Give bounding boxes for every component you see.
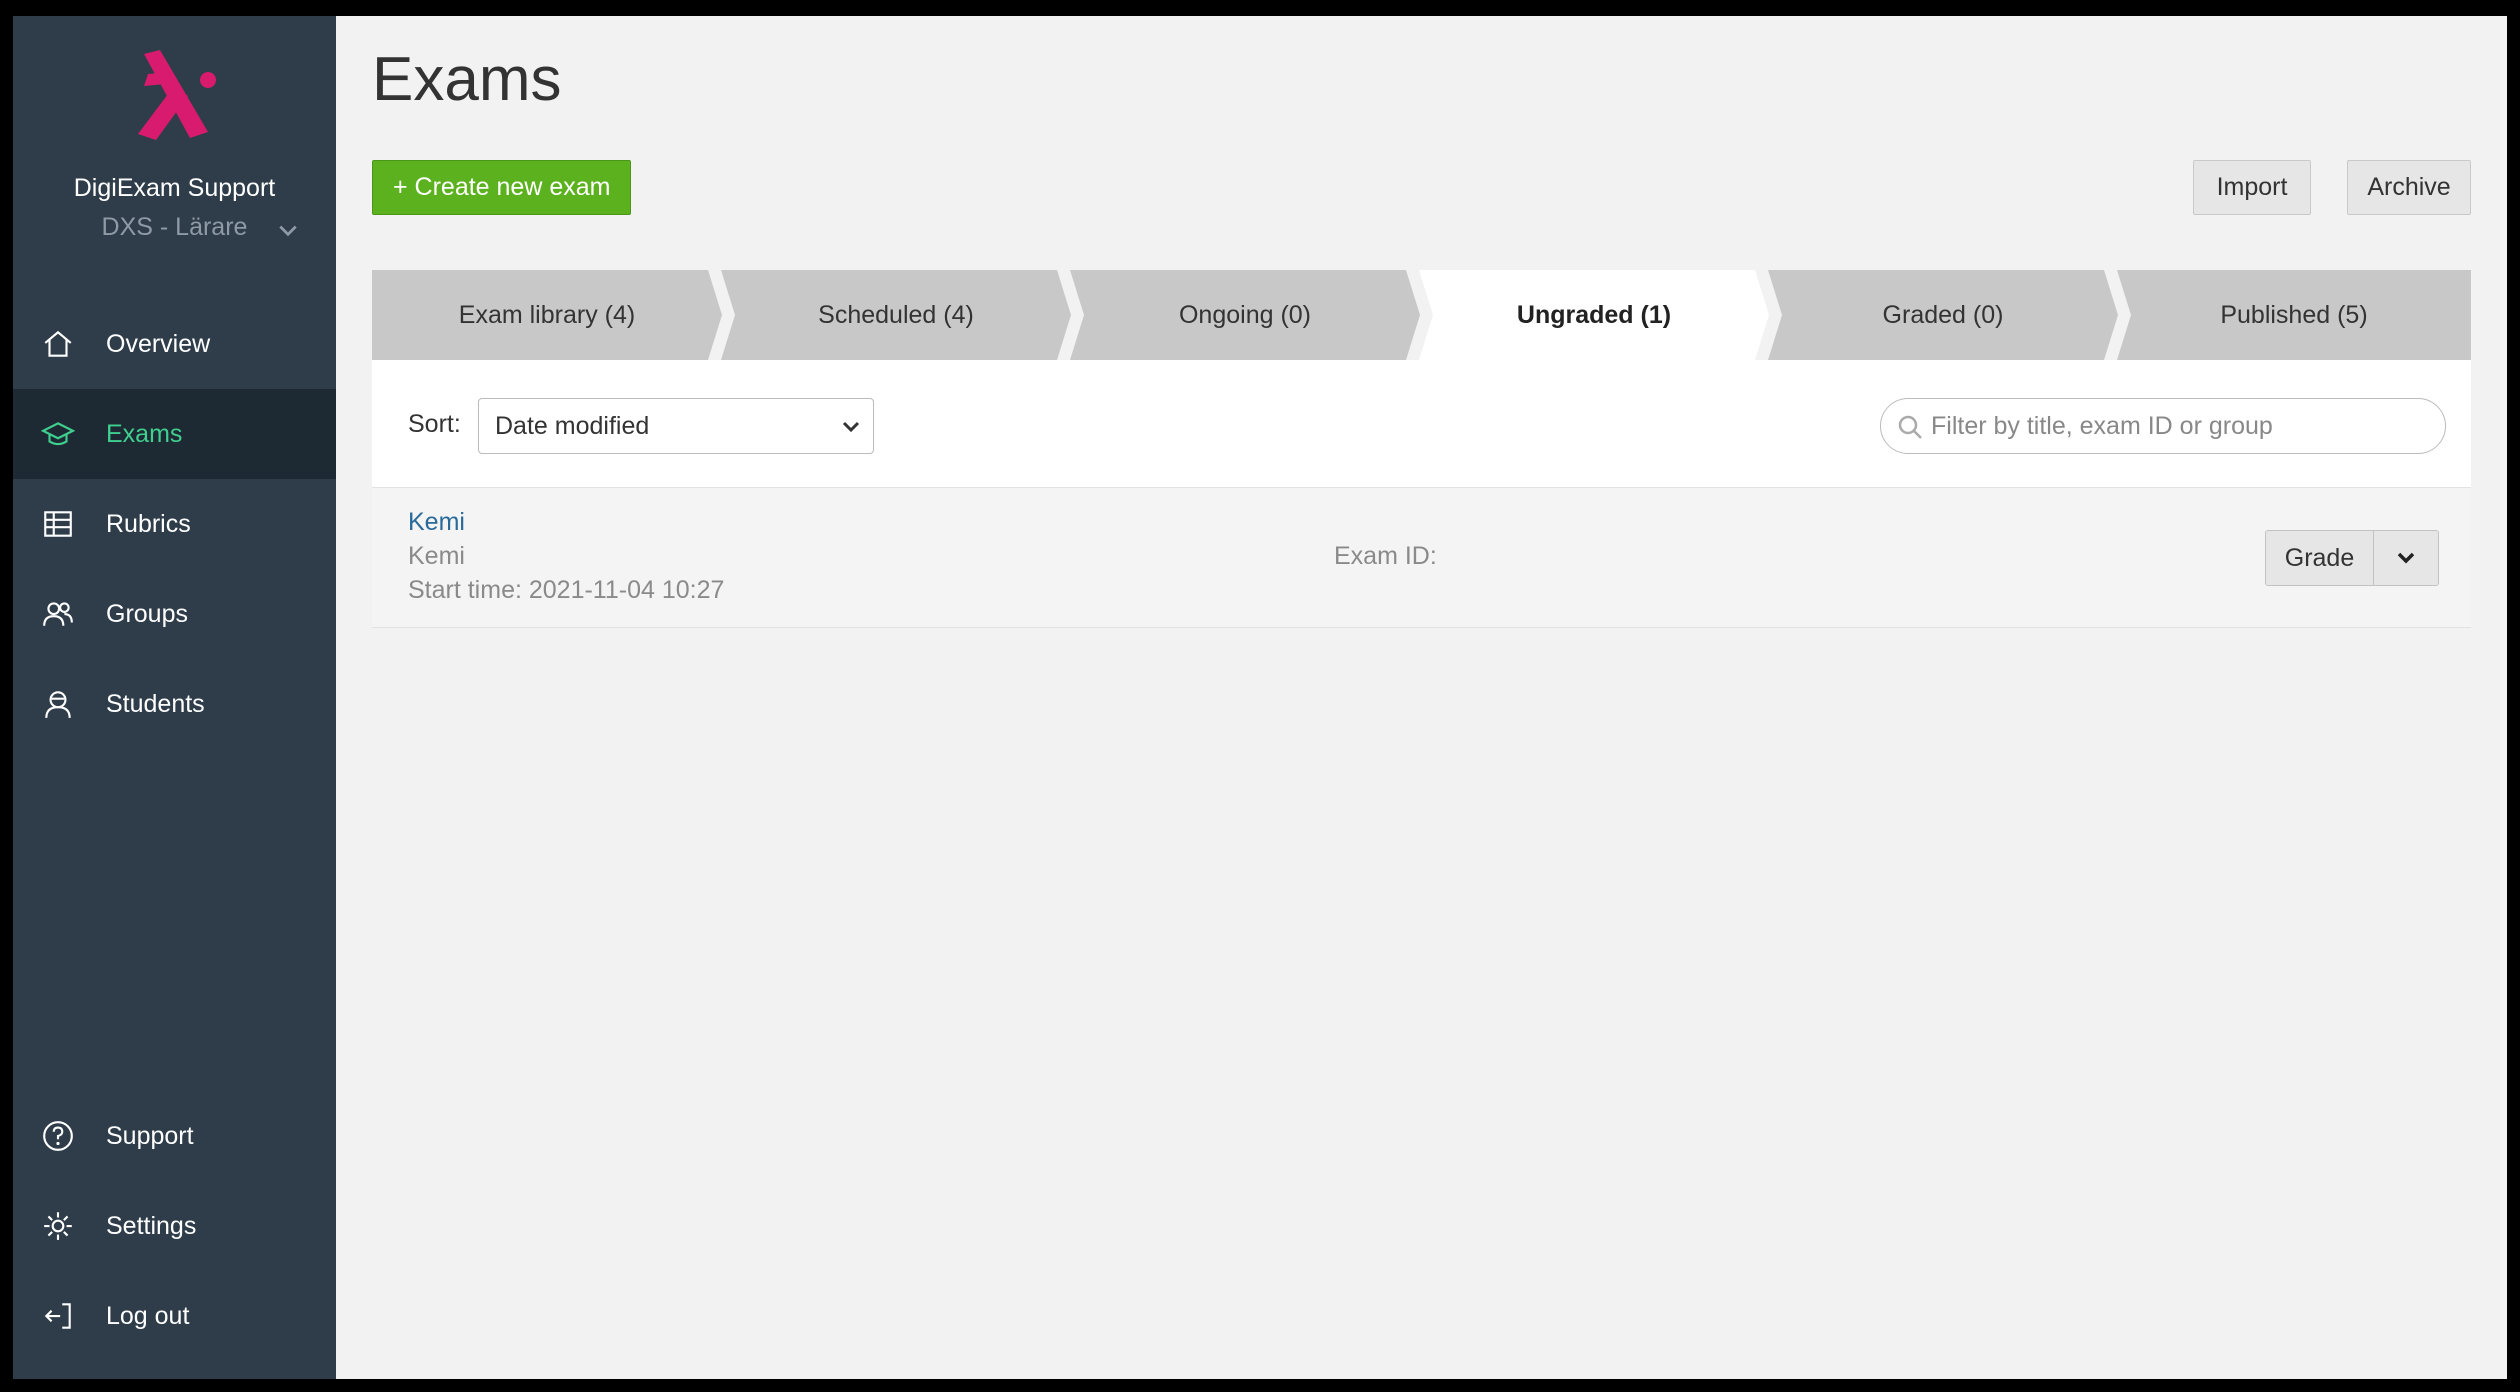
tab-scheduled[interactable]: Scheduled (4): [721, 270, 1071, 360]
logout-icon: [44, 1303, 71, 1329]
archive-button[interactable]: Archive: [2347, 160, 2471, 215]
sort-select[interactable]: Date modified: [478, 398, 874, 454]
exam-start-time: Start time: 2021-11-04 10:27: [408, 576, 725, 604]
nav-settings[interactable]: Settings: [13, 1181, 336, 1271]
nav-label: Settings: [106, 1211, 197, 1240]
exam-subject: Kemi: [408, 542, 465, 570]
nav-groups[interactable]: Groups: [13, 569, 336, 659]
exam-id: Exam ID:: [1334, 542, 1437, 570]
exam-status-tabs: Exam library (4) Scheduled (4) Ongoing (…: [372, 270, 2471, 360]
tab-ongoing[interactable]: Ongoing (0): [1070, 270, 1420, 360]
table-icon: [44, 511, 72, 537]
exam-title-link[interactable]: Kemi: [408, 508, 465, 537]
tab-graded[interactable]: Graded (0): [1768, 270, 2118, 360]
org-name: DigiExam Support: [73, 174, 276, 202]
nav-exams[interactable]: Exams: [13, 389, 336, 479]
gear-icon: [44, 1212, 72, 1240]
nav-label: Exams: [106, 419, 183, 448]
nav-label: Overview: [106, 329, 211, 358]
nav-students[interactable]: Students: [13, 659, 336, 749]
search-icon: [1898, 415, 1922, 439]
app-window: DigiExam Support DXS - Lärare Overview E…: [13, 16, 2507, 1379]
help-circle-icon: [43, 1121, 73, 1151]
nav-label: Students: [106, 689, 205, 718]
nav-logout[interactable]: Log out: [13, 1271, 336, 1361]
grade-button[interactable]: Grade: [2266, 531, 2374, 585]
filter-input[interactable]: Filter by title, exam ID or group: [1880, 398, 2446, 454]
users-icon: [43, 602, 73, 626]
nav-label: Rubrics: [106, 509, 191, 538]
main-content: Exams + Create new exam Import Archive E…: [336, 16, 2507, 1379]
grade-options-button[interactable]: [2374, 531, 2438, 585]
create-exam-button[interactable]: + Create new exam: [372, 160, 632, 215]
tab-published[interactable]: Published (5): [2117, 270, 2471, 360]
chevron-down-icon: [2397, 552, 2415, 564]
chevron-down-icon: [842, 421, 860, 433]
sort-value: Date modified: [495, 411, 650, 440]
nav-label: Support: [106, 1121, 194, 1150]
import-button[interactable]: Import: [2193, 160, 2311, 215]
grade-button-group: Grade: [2265, 530, 2439, 586]
nav-support[interactable]: Support: [13, 1091, 336, 1181]
graduation-cap-icon: [41, 422, 75, 446]
page-title: Exams: [372, 45, 562, 114]
exam-list-item: Kemi Kemi Start time: 2021-11-04 10:27 E…: [372, 488, 2471, 628]
filter-placeholder: Filter by title, exam ID or group: [1931, 411, 2273, 440]
tab-exam-library[interactable]: Exam library (4): [372, 270, 722, 360]
nav-label: Log out: [106, 1301, 190, 1330]
exam-toolbar: Sort: Date modified Filter by title, exa…: [372, 360, 2471, 488]
home-icon: [44, 330, 72, 357]
sort-label: Sort:: [408, 410, 461, 438]
student-icon: [45, 691, 71, 718]
nav-label: Groups: [106, 599, 188, 628]
chevron-down-icon[interactable]: [277, 220, 299, 242]
nav-rubrics[interactable]: Rubrics: [13, 479, 336, 569]
tab-ungraded[interactable]: Ungraded (1): [1419, 270, 1769, 360]
digiexam-logo[interactable]: [126, 46, 226, 146]
nav-overview[interactable]: Overview: [13, 299, 336, 389]
sidebar: DigiExam Support DXS - Lärare Overview E…: [13, 16, 336, 1379]
